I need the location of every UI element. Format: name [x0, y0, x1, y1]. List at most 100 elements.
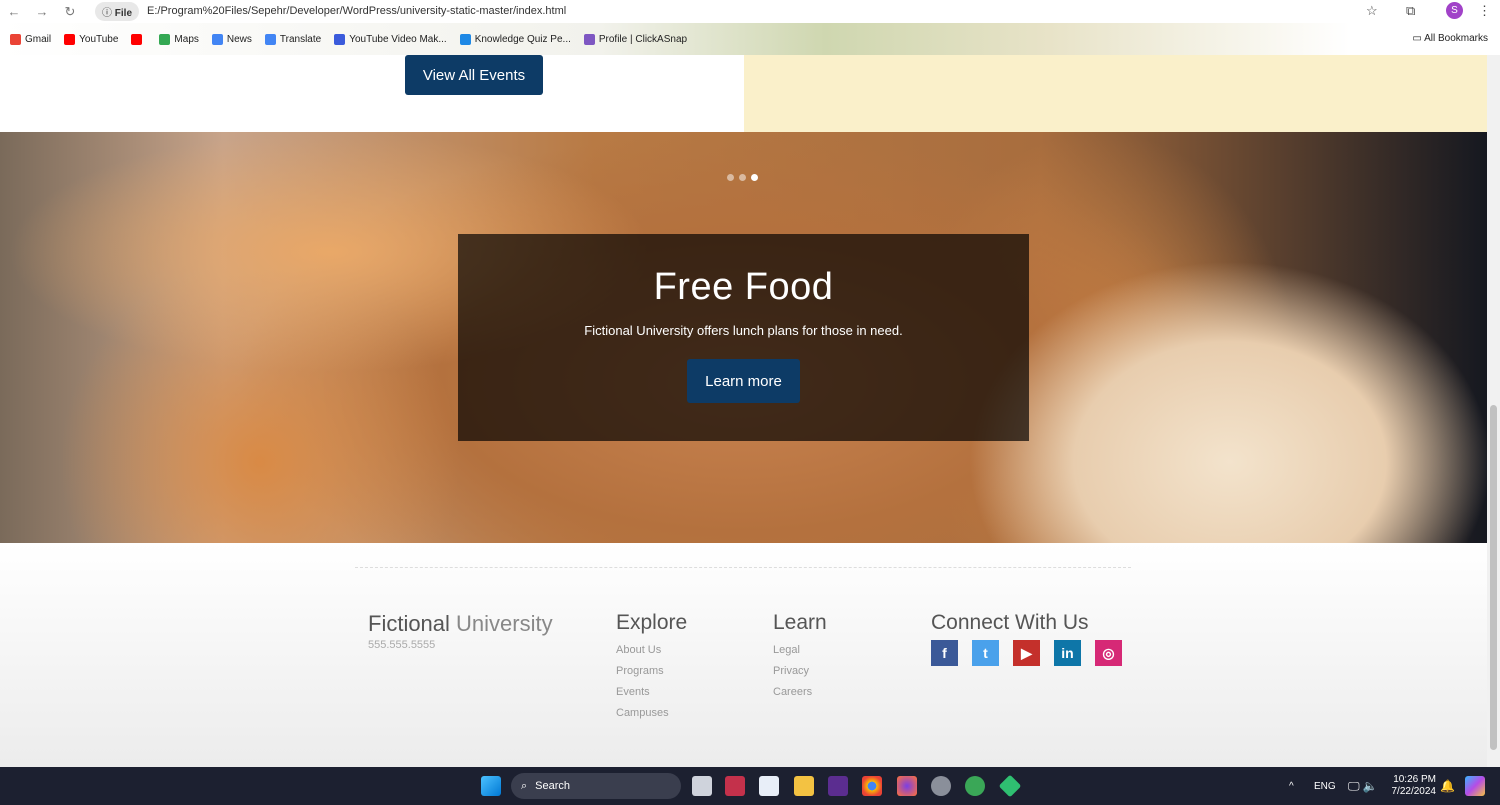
- extensions-icon[interactable]: ⧉: [1406, 3, 1415, 19]
- phone-link[interactable]: 555.555.5555: [368, 639, 553, 651]
- bookmark-favicon-icon: [334, 33, 346, 45]
- learn-more-button[interactable]: Learn more: [687, 359, 800, 403]
- bookmark-favicon-icon: [264, 33, 276, 45]
- explore-heading: Explore: [616, 611, 688, 634]
- youtube-icon[interactable]: ▶: [1013, 640, 1040, 666]
- bookmark-item[interactable]: Knowledge Quiz Pe...: [459, 33, 571, 45]
- footer: Fictional University 555.555.5555 Explor…: [0, 543, 1487, 767]
- bookmark-label: Profile | ClickASnap: [598, 33, 688, 45]
- brand-bold: Fictional: [368, 611, 450, 636]
- connect-heading: Connect With Us: [931, 611, 1089, 634]
- slide-dot[interactable]: [739, 174, 746, 181]
- bookmark-favicon-icon: [583, 33, 595, 45]
- time: 10:26 PM: [1393, 774, 1436, 785]
- footer-link-about[interactable]: About Us: [616, 644, 687, 656]
- app-diamond-icon[interactable]: [998, 774, 1022, 798]
- footer-link-campuses[interactable]: Campuses: [616, 707, 687, 719]
- footer-link-careers[interactable]: Careers: [773, 686, 827, 698]
- site-info-chip[interactable]: ⓘ File: [95, 1, 140, 21]
- bookmark-favicon-icon: [131, 33, 143, 45]
- slider-dots: [727, 174, 758, 181]
- forward-icon[interactable]: →: [28, 4, 56, 19]
- learn-heading: Learn: [773, 611, 827, 634]
- scrollbar-thumb[interactable]: [1490, 405, 1497, 750]
- linkedin-icon[interactable]: in: [1054, 640, 1081, 666]
- taskbar: ⌕ Search ^ ENG 🖵 🔈 10:26 PM 7/22/2024 🔔: [0, 767, 1500, 805]
- bookmark-label: Translate: [279, 33, 322, 45]
- bookmark-item[interactable]: News: [211, 33, 252, 45]
- profile-avatar[interactable]: S: [1446, 2, 1463, 19]
- back-icon[interactable]: ←: [0, 4, 28, 19]
- slide-overlay: Free Food Fictional University offers lu…: [458, 234, 1029, 441]
- brand-light: University: [456, 611, 553, 636]
- footer-link-privacy[interactable]: Privacy: [773, 665, 827, 677]
- task-view-icon[interactable]: [692, 776, 712, 796]
- visual-studio-icon[interactable]: [828, 776, 848, 796]
- bookmark-favicon-icon: [211, 33, 223, 45]
- address-bar[interactable]: ⓘ File E:/Program%20Files/Sepehr/Develop…: [95, 1, 1395, 21]
- footer-link-legal[interactable]: Legal: [773, 644, 827, 656]
- bookmark-item[interactable]: Profile | ClickASnap: [583, 33, 688, 45]
- facebook-icon[interactable]: f: [931, 640, 958, 666]
- bookmark-label: Maps: [174, 33, 199, 45]
- slide-dot-active[interactable]: [751, 174, 758, 181]
- slide-subtitle: Fictional University offers lunch plans …: [584, 323, 903, 338]
- footer-learn: Learn Legal Privacy Careers: [773, 611, 827, 698]
- bookmark-star-icon[interactable]: ☆: [1366, 3, 1378, 19]
- bookmark-label: Gmail: [25, 33, 52, 45]
- r-app-icon[interactable]: [759, 776, 779, 796]
- bookmark-item[interactable]: YouTube Video Mak...: [334, 33, 447, 45]
- app-icon[interactable]: [725, 776, 745, 796]
- slide-title: Free Food: [653, 266, 834, 308]
- windows-start-icon[interactable]: [481, 776, 501, 796]
- language-indicator[interactable]: ENG: [1314, 781, 1336, 792]
- chrome-icon[interactable]: [862, 776, 882, 796]
- bookmark-item[interactable]: YouTube: [64, 33, 119, 45]
- footer-link-programs[interactable]: Programs: [616, 665, 687, 677]
- bookmark-item[interactable]: Translate: [264, 33, 322, 45]
- search-label: Search: [535, 780, 571, 792]
- notification-bell-icon[interactable]: 🔔: [1440, 779, 1455, 793]
- file-explorer-icon[interactable]: [794, 776, 814, 796]
- bookmark-label: YouTube: [79, 33, 119, 45]
- taskbar-search[interactable]: ⌕ Search: [511, 773, 681, 799]
- menu-icon[interactable]: ⋮: [1478, 3, 1491, 19]
- tray-chevron-icon[interactable]: ^: [1289, 781, 1294, 792]
- bookmark-item[interactable]: Maps: [159, 33, 199, 45]
- page-content: View All Events Free Food Fictional Univ…: [0, 55, 1487, 767]
- browser-toolbar: ← → ↻ ⓘ File E:/Program%20Files/Sepehr/D…: [0, 0, 1500, 23]
- bookmark-favicon-icon: [459, 33, 471, 45]
- footer-divider: [355, 567, 1131, 568]
- twitter-icon[interactable]: t: [972, 640, 999, 666]
- hero-slider: Free Food Fictional University offers lu…: [0, 132, 1487, 543]
- social-icons: f t ▶ in ◎: [931, 640, 1122, 666]
- date: 7/22/2024: [1391, 786, 1437, 797]
- slide-dot[interactable]: [727, 174, 734, 181]
- footer-brand: Fictional University 555.555.5555: [368, 611, 553, 651]
- footer-explore: Explore About Us Programs Events Campuse…: [616, 611, 687, 719]
- all-bookmarks[interactable]: ▭ All Bookmarks: [1412, 33, 1488, 44]
- bookmark-favicon-icon: [159, 33, 171, 45]
- globe-app-icon[interactable]: [965, 776, 985, 796]
- network-volume-icon[interactable]: 🖵 🔈: [1348, 779, 1378, 794]
- bookmark-label: YouTube Video Mak...: [349, 33, 447, 45]
- search-icon: ⌕: [521, 779, 528, 792]
- bookmark-favicon-icon: [10, 33, 21, 45]
- bookmark-item[interactable]: [131, 33, 146, 45]
- clock[interactable]: 10:26 PM 7/22/2024: [1390, 774, 1437, 798]
- copilot-icon[interactable]: [1465, 776, 1485, 796]
- blog-section: [744, 55, 1487, 132]
- reload-icon[interactable]: ↻: [56, 4, 84, 20]
- url-text: E:/Program%20Files/Sepehr/Developer/Word…: [147, 5, 567, 17]
- instagram-icon[interactable]: ◎: [1095, 640, 1122, 666]
- bookmark-item[interactable]: Gmail: [10, 33, 52, 45]
- settings-icon[interactable]: [931, 776, 951, 796]
- bookmark-label: News: [226, 33, 252, 45]
- bookmarks-bar: Gmail YouTube Maps News Translate YouTube Vid…: [0, 23, 1500, 55]
- view-all-events-button[interactable]: View All Events: [405, 55, 543, 95]
- firefox-icon[interactable]: [897, 776, 917, 796]
- footer-link-events[interactable]: Events: [616, 686, 687, 698]
- scrollbar[interactable]: [1487, 55, 1500, 767]
- footer-connect: Connect With Us f t ▶ in ◎: [931, 611, 1122, 666]
- bookmark-label: Knowledge Quiz Pe...: [474, 33, 571, 45]
